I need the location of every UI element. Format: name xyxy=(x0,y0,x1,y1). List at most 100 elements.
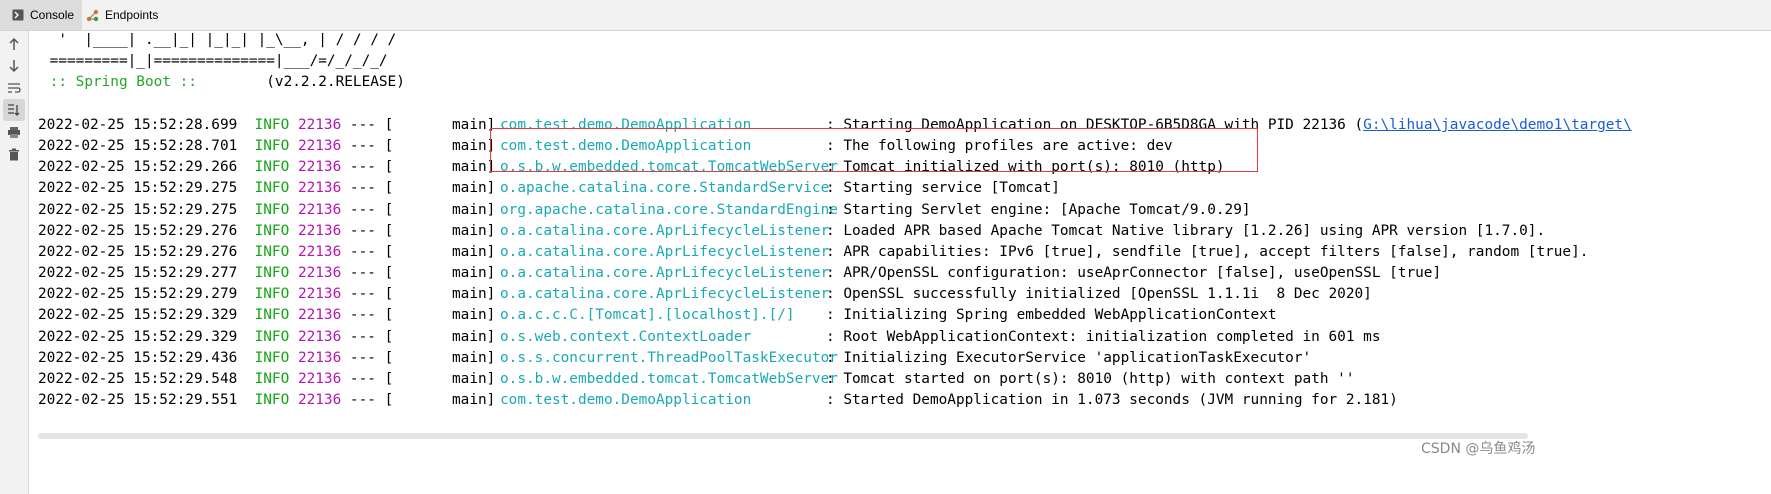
log-message: : Starting Servlet engine: [Apache Tomca… xyxy=(826,200,1251,221)
tab-console[interactable]: Console xyxy=(0,0,83,30)
log-line: 2022-02-25 15:52:29.548 INFO 22136 --- [… xyxy=(29,369,1771,390)
log-thread: main] xyxy=(452,222,496,239)
horizontal-scrollbar[interactable] xyxy=(38,433,1528,439)
log-logger: o.apache.catalina.core.StandardService xyxy=(500,180,830,197)
soft-wrap-icon[interactable] xyxy=(3,77,25,99)
log-timestamp: 2022-02-25 15:52:29.276 xyxy=(38,243,238,260)
log-level: INFO xyxy=(254,370,290,387)
log-timestamp: 2022-02-25 15:52:29.329 xyxy=(38,328,238,345)
log-prefix: 2022-02-25 15:52:29.329 INFO 22136 --- [ xyxy=(38,327,393,348)
print-icon[interactable] xyxy=(3,121,25,143)
log-pid: 22136 xyxy=(297,307,342,324)
log-prefix: 2022-02-25 15:52:29.279 INFO 22136 --- [ xyxy=(38,284,393,305)
log-logger: com.test.demo.DemoApplication xyxy=(500,391,752,408)
log-pid: 22136 xyxy=(297,222,342,239)
log-message: : Started DemoApplication in 1.073 secon… xyxy=(826,390,1398,411)
log-pid: 22136 xyxy=(297,117,342,133)
log-logger: o.s.b.w.embedded.tomcat.TomcatWebServer xyxy=(500,370,838,387)
log-message: : Loaded APR based Apache Tomcat Native … xyxy=(826,221,1545,242)
log-prefix: 2022-02-25 15:52:28.699 INFO 22136 --- [ xyxy=(38,115,393,136)
log-message-text: : Root WebApplicationContext: initializa… xyxy=(826,328,1381,345)
log-separator: --- [ xyxy=(341,159,394,176)
log-pid: 22136 xyxy=(297,370,342,387)
log-level: INFO xyxy=(254,201,290,218)
log-message-text: : OpenSSL successfully initialized [Open… xyxy=(826,286,1372,303)
log-pid: 22136 xyxy=(297,201,342,218)
log-line: 2022-02-25 15:52:29.277 INFO 22136 --- [… xyxy=(29,263,1771,284)
down-arrow-icon[interactable] xyxy=(3,55,25,77)
log-line: 2022-02-25 15:52:29.276 INFO 22136 --- [… xyxy=(29,221,1771,242)
log-level: INFO xyxy=(254,328,290,345)
log-message-text: : Tomcat started on port(s): 8010 (http)… xyxy=(826,370,1355,387)
log-thread: main] xyxy=(452,265,496,282)
log-level: INFO xyxy=(254,265,290,282)
log-separator: --- [ xyxy=(341,138,394,155)
log-separator: --- [ xyxy=(341,222,394,239)
tool-window-tabbar: Console Endpoints xyxy=(0,0,1771,31)
log-level: INFO xyxy=(254,349,290,366)
banner-line-2: =========|_|==============|___/=/_/_/_/ xyxy=(41,53,388,69)
log-thread: main] xyxy=(452,307,496,324)
tab-label: Endpoints xyxy=(105,8,159,22)
log-level: INFO xyxy=(254,286,290,303)
log-thread: main] xyxy=(452,370,496,387)
log-timestamp: 2022-02-25 15:52:29.277 xyxy=(38,265,238,282)
log-prefix: 2022-02-25 15:52:29.548 INFO 22136 --- [ xyxy=(38,369,393,390)
log-timestamp: 2022-02-25 15:52:28.699 xyxy=(38,117,238,133)
log-logger: o.a.catalina.core.AprLifecycleListener xyxy=(500,222,830,239)
trash-icon[interactable] xyxy=(3,143,25,165)
log-prefix: 2022-02-25 15:52:29.551 INFO 22136 --- [ xyxy=(38,390,393,411)
log-timestamp: 2022-02-25 15:52:29.279 xyxy=(38,286,238,303)
log-pid: 22136 xyxy=(297,138,342,155)
log-message: : Initializing ExecutorService 'applicat… xyxy=(826,348,1311,369)
log-thread: main] xyxy=(452,201,496,218)
log-level: INFO xyxy=(254,391,290,408)
log-pid: 22136 xyxy=(297,159,342,176)
log-logger: o.a.catalina.core.AprLifecycleListener xyxy=(500,286,830,303)
log-level: INFO xyxy=(254,117,290,133)
log-message: : Tomcat started on port(s): 8010 (http)… xyxy=(826,369,1355,390)
log-level: INFO xyxy=(254,243,290,260)
log-prefix: 2022-02-25 15:52:29.275 INFO 22136 --- [ xyxy=(38,178,393,199)
log-prefix: 2022-02-25 15:52:28.701 INFO 22136 --- [ xyxy=(38,136,393,157)
log-pid: 22136 xyxy=(297,391,342,408)
log-message-text: : Started DemoApplication in 1.073 secon… xyxy=(826,391,1398,408)
log-thread: main] xyxy=(452,243,496,260)
log-prefix: 2022-02-25 15:52:29.329 INFO 22136 --- [ xyxy=(38,305,393,326)
log-prefix: 2022-02-25 15:52:29.266 INFO 22136 --- [ xyxy=(38,157,393,178)
log-message-text: : Starting Servlet engine: [Apache Tomca… xyxy=(826,201,1251,218)
log-separator: --- [ xyxy=(341,243,394,260)
log-separator: --- [ xyxy=(341,370,394,387)
log-thread: main] xyxy=(452,391,496,408)
watermark: CSDN @乌鱼鸡汤 xyxy=(1421,441,1536,457)
log-file-link[interactable]: G:\lihua\javacode\demo1\target\ xyxy=(1363,117,1632,133)
log-line: 2022-02-25 15:52:29.275 INFO 22136 --- [… xyxy=(29,178,1771,199)
log-timestamp: 2022-02-25 15:52:29.266 xyxy=(38,159,238,176)
log-timestamp: 2022-02-25 15:52:29.551 xyxy=(38,391,238,408)
spring-boot-version: (v2.2.2.RELEASE) xyxy=(196,74,405,90)
log-message-text: : Starting service [Tomcat] xyxy=(826,180,1060,197)
log-level: INFO xyxy=(254,138,290,155)
log-message: : APR capabilities: IPv6 [true], sendfil… xyxy=(826,242,1588,263)
log-message: : Initializing Spring embedded WebApplic… xyxy=(826,305,1277,326)
up-arrow-icon[interactable] xyxy=(3,33,25,55)
log-separator: --- [ xyxy=(341,349,394,366)
tab-endpoints[interactable]: Endpoints xyxy=(74,0,166,30)
log-thread: main] xyxy=(452,328,496,345)
log-pid: 22136 xyxy=(297,349,342,366)
log-separator: --- [ xyxy=(341,265,394,282)
log-separator: --- [ xyxy=(341,391,394,408)
log-line: 2022-02-25 15:52:29.276 INFO 22136 --- [… xyxy=(29,242,1771,263)
log-thread: main] xyxy=(452,180,496,197)
console-toolbar xyxy=(0,31,29,494)
highlight-box xyxy=(490,128,1258,172)
log-pid: 22136 xyxy=(297,286,342,303)
log-separator: --- [ xyxy=(341,201,394,218)
scroll-to-end-icon[interactable] xyxy=(3,99,25,121)
log-level: INFO xyxy=(254,222,290,239)
log-separator: --- [ xyxy=(341,180,394,197)
console-output[interactable]: ' |____| .__|_| |_|_| |_\__, | / / / / =… xyxy=(29,31,1771,494)
log-message: : Root WebApplicationContext: initializa… xyxy=(826,327,1381,348)
log-line: 2022-02-25 15:52:29.279 INFO 22136 --- [… xyxy=(29,284,1771,305)
log-level: INFO xyxy=(254,307,290,324)
